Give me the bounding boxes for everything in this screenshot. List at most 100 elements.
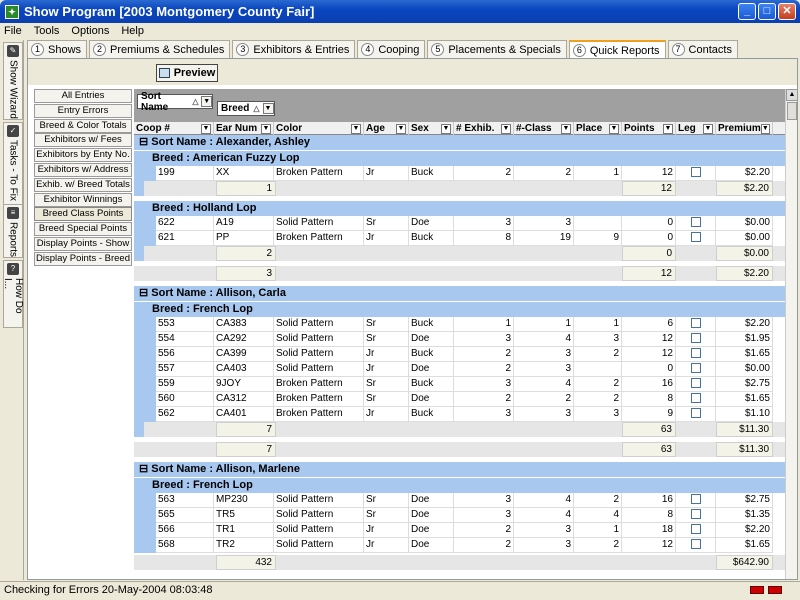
leg-checkbox[interactable]: [690, 217, 701, 228]
cell-color[interactable]: Solid Pattern: [274, 538, 364, 553]
cell-points[interactable]: 0: [622, 231, 676, 246]
cell-sex[interactable]: Buck: [409, 317, 454, 332]
cell--exhib-[interactable]: 3: [454, 216, 514, 231]
cell-place[interactable]: 2: [574, 392, 622, 407]
cell-age[interactable]: Jr: [364, 362, 409, 377]
cell-premium[interactable]: $1.35: [716, 508, 773, 523]
cell-points[interactable]: 16: [622, 377, 676, 392]
cell--exhib-[interactable]: 3: [454, 407, 514, 422]
chevron-down-icon[interactable]: ▼: [201, 96, 212, 107]
cell-ear-num[interactable]: XX: [214, 166, 274, 181]
cell-points[interactable]: 0: [622, 362, 676, 377]
cell-color[interactable]: Solid Pattern: [274, 216, 364, 231]
cell-age[interactable]: Jr: [364, 538, 409, 553]
cell-points[interactable]: 6: [622, 317, 676, 332]
chevron-down-icon[interactable]: ▼: [201, 123, 211, 134]
cell--exhib-[interactable]: 2: [454, 166, 514, 181]
cell-premium[interactable]: $2.20: [716, 317, 773, 332]
cell-place[interactable]: 1: [574, 166, 622, 181]
cell--exhib-[interactable]: 2: [454, 362, 514, 377]
cell--class[interactable]: 3: [514, 407, 574, 422]
cell-place[interactable]: [574, 362, 622, 377]
chevron-down-icon[interactable]: ▼: [703, 123, 713, 134]
tab-placements-specials[interactable]: 5 Placements & Specials: [427, 40, 567, 58]
column-header[interactable]: Place ▼: [574, 122, 622, 135]
cell-place[interactable]: 9: [574, 231, 622, 246]
cell-points[interactable]: 12: [622, 538, 676, 553]
cell-ear-num[interactable]: CA403: [214, 362, 274, 377]
cell-age[interactable]: Sr: [364, 508, 409, 523]
cell-age[interactable]: Sr: [364, 392, 409, 407]
chevron-down-icon[interactable]: ▼: [261, 123, 271, 134]
cell-ear-num[interactable]: CA312: [214, 392, 274, 407]
cell-color[interactable]: Broken Pattern: [274, 231, 364, 246]
side-tab-tasks[interactable]: ✓ Tasks - To Fix: [3, 122, 23, 206]
cell--class[interactable]: 1: [514, 317, 574, 332]
cell--exhib-[interactable]: 1: [454, 317, 514, 332]
cell--class[interactable]: 4: [514, 377, 574, 392]
cell-coop-[interactable]: 559: [156, 377, 214, 392]
leg-checkbox[interactable]: [690, 363, 701, 374]
report-item[interactable]: Exhibitors w/ Address: [34, 162, 132, 177]
cell-age[interactable]: Sr: [364, 216, 409, 231]
cell-points[interactable]: 18: [622, 523, 676, 538]
cell-ear-num[interactable]: CA292: [214, 332, 274, 347]
leg-checkbox[interactable]: [690, 333, 701, 344]
chevron-down-icon[interactable]: ▼: [501, 123, 511, 134]
leg-checkbox[interactable]: [690, 539, 701, 550]
cell--class[interactable]: 4: [514, 332, 574, 347]
cell-points[interactable]: 0: [622, 216, 676, 231]
cell-ear-num[interactable]: TR5: [214, 508, 274, 523]
cell-coop-[interactable]: 568: [156, 538, 214, 553]
side-tab-how-do-i[interactable]: ? How Do I...: [2, 260, 24, 328]
report-item[interactable]: Breed Special Points: [34, 222, 132, 237]
cell-ear-num[interactable]: MP230: [214, 493, 274, 508]
group-breed[interactable]: Breed △ ▼: [217, 101, 275, 116]
cell-premium[interactable]: $1.95: [716, 332, 773, 347]
cell-coop-[interactable]: 554: [156, 332, 214, 347]
cell--class[interactable]: 19: [514, 231, 574, 246]
cell-points[interactable]: 8: [622, 508, 676, 523]
cell-place[interactable]: 1: [574, 523, 622, 538]
cell--exhib-[interactable]: 3: [454, 493, 514, 508]
report-item[interactable]: Exhib. w/ Breed Totals: [34, 177, 132, 192]
cell-age[interactable]: Jr: [364, 231, 409, 246]
side-tab-reports[interactable]: ≡ Reports: [3, 204, 23, 258]
leg-checkbox[interactable]: [690, 524, 701, 535]
tab-shows[interactable]: 1 Shows: [27, 40, 88, 58]
cell-coop-[interactable]: 566: [156, 523, 214, 538]
leg-checkbox[interactable]: [690, 348, 701, 359]
cell-place[interactable]: 3: [574, 407, 622, 422]
report-item[interactable]: Display Points - Breed: [34, 251, 132, 266]
cell-premium[interactable]: $2.75: [716, 377, 773, 392]
column-header[interactable]: Coop # ▼: [134, 122, 214, 135]
column-header[interactable]: Age ▼: [364, 122, 409, 135]
cell-premium[interactable]: $1.10: [716, 407, 773, 422]
cell-age[interactable]: Jr: [364, 407, 409, 422]
cell-color[interactable]: Solid Pattern: [274, 493, 364, 508]
cell-coop-[interactable]: 621: [156, 231, 214, 246]
cell-points[interactable]: 12: [622, 332, 676, 347]
cell--class[interactable]: 3: [514, 523, 574, 538]
cell--class[interactable]: 3: [514, 347, 574, 362]
cell-age[interactable]: Jr: [364, 523, 409, 538]
report-item[interactable]: Exhibitors w/ Fees: [34, 133, 132, 148]
cell-points[interactable]: 16: [622, 493, 676, 508]
cell-ear-num[interactable]: CA399: [214, 347, 274, 362]
chevron-down-icon[interactable]: ▼: [262, 103, 274, 114]
menu-options[interactable]: Options: [71, 25, 109, 37]
cell-premium[interactable]: $1.65: [716, 347, 773, 362]
cell-color[interactable]: Solid Pattern: [274, 508, 364, 523]
leg-checkbox[interactable]: [690, 408, 701, 419]
cell-sex[interactable]: Doe: [409, 362, 454, 377]
leg-checkbox[interactable]: [690, 167, 701, 178]
cell-sex[interactable]: Doe: [409, 538, 454, 553]
vertical-scrollbar[interactable]: ▲: [785, 89, 798, 579]
maximize-button[interactable]: □: [758, 3, 776, 20]
tab-cooping[interactable]: 4 Cooping: [357, 40, 426, 58]
cell-premium[interactable]: $1.65: [716, 538, 773, 553]
cell-coop-[interactable]: 199: [156, 166, 214, 181]
cell-sex[interactable]: Doe: [409, 392, 454, 407]
cell-coop-[interactable]: 553: [156, 317, 214, 332]
leg-checkbox[interactable]: [690, 393, 701, 404]
